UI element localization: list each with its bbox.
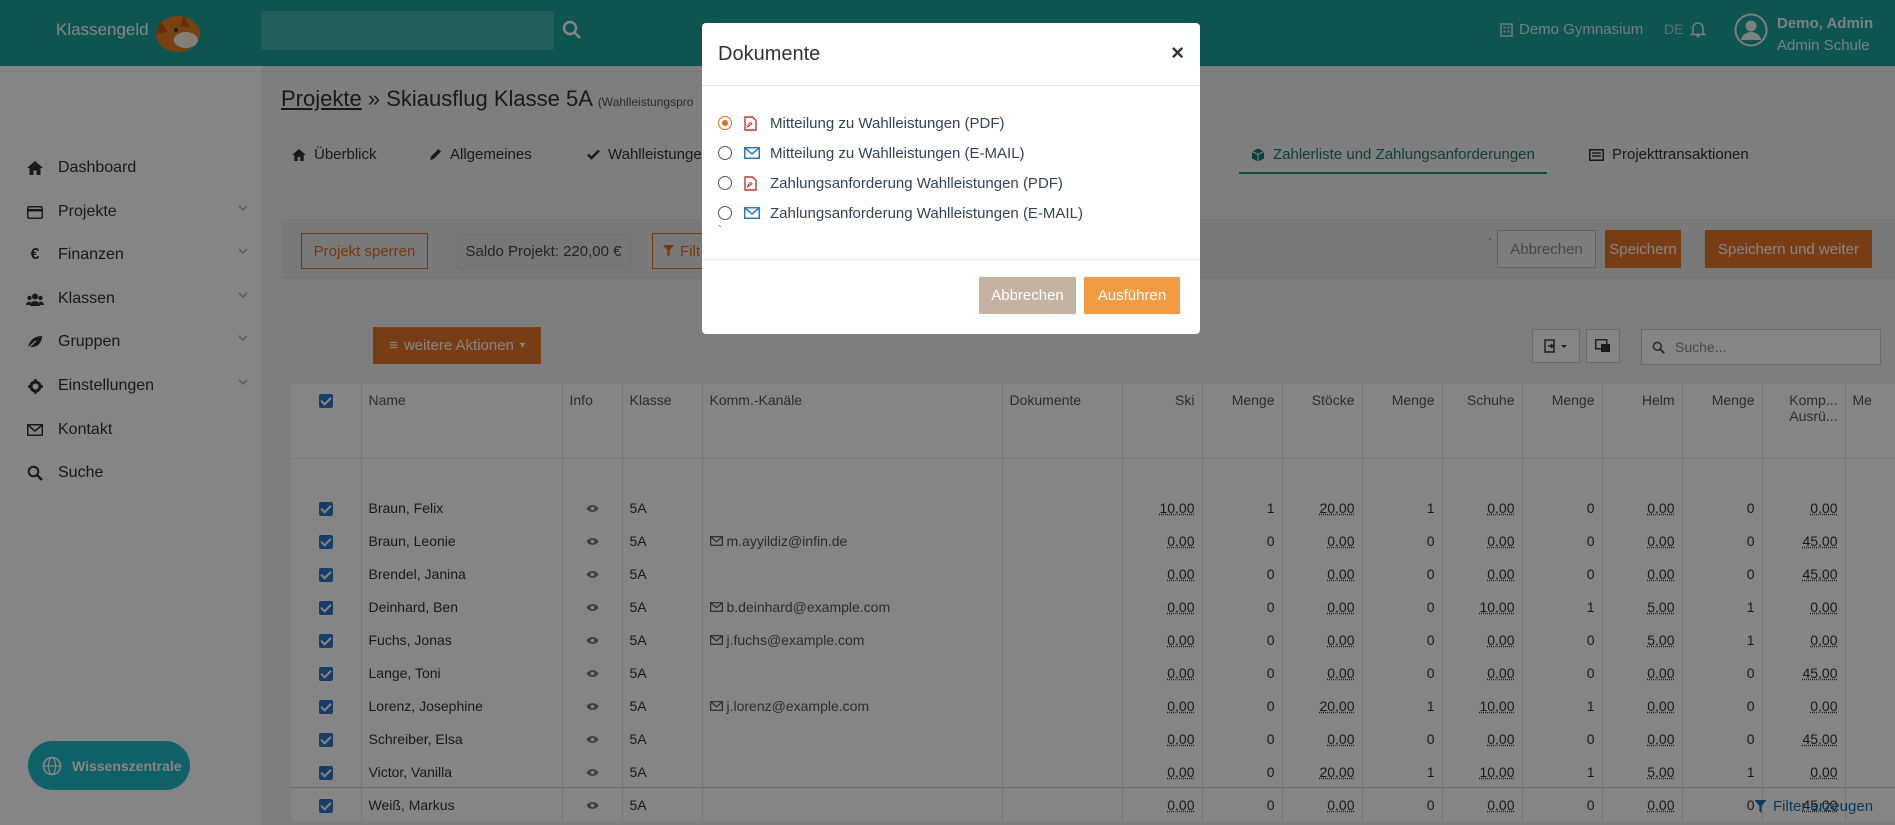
radio-unselected[interactable] [718,206,732,220]
radio-unselected[interactable] [718,176,732,190]
envelope-icon [744,147,760,159]
close-icon[interactable]: × [1171,40,1184,66]
run-button[interactable]: Ausführen [1084,277,1180,314]
modal-divider [702,85,1200,86]
document-option-1[interactable]: Mitteilung zu Wahlleistungen (PDF) [718,112,1005,134]
document-option-3[interactable]: Zahlungsanforderung Wahlleistungen (PDF) [718,172,1063,194]
document-option-2[interactable]: Mitteilung zu Wahlleistungen (E-MAIL) [718,142,1025,164]
modal-title: Dokumente [718,43,821,65]
modal-divider [702,259,1200,260]
document-option-4[interactable]: Zahlungsanforderung Wahlleistungen (E-MA… [718,202,1083,224]
pdf-icon [744,175,760,191]
envelope-icon [744,207,760,219]
pdf-icon [744,115,760,131]
option-label: Mitteilung zu Wahlleistungen (PDF) [770,114,1005,132]
documents-modal: Dokumente × Mitteilung zu Wahlleistungen… [702,23,1200,334]
radio-unselected[interactable] [718,146,732,160]
option-label: Mitteilung zu Wahlleistungen (E-MAIL) [770,144,1025,162]
stray-mark: ` [718,223,722,237]
radio-selected[interactable] [718,116,732,130]
option-label: Zahlungsanforderung Wahlleistungen (PDF) [770,174,1063,192]
option-label: Zahlungsanforderung Wahlleistungen (E-MA… [770,204,1083,222]
modal-cancel-button[interactable]: Abbrechen [979,277,1076,314]
